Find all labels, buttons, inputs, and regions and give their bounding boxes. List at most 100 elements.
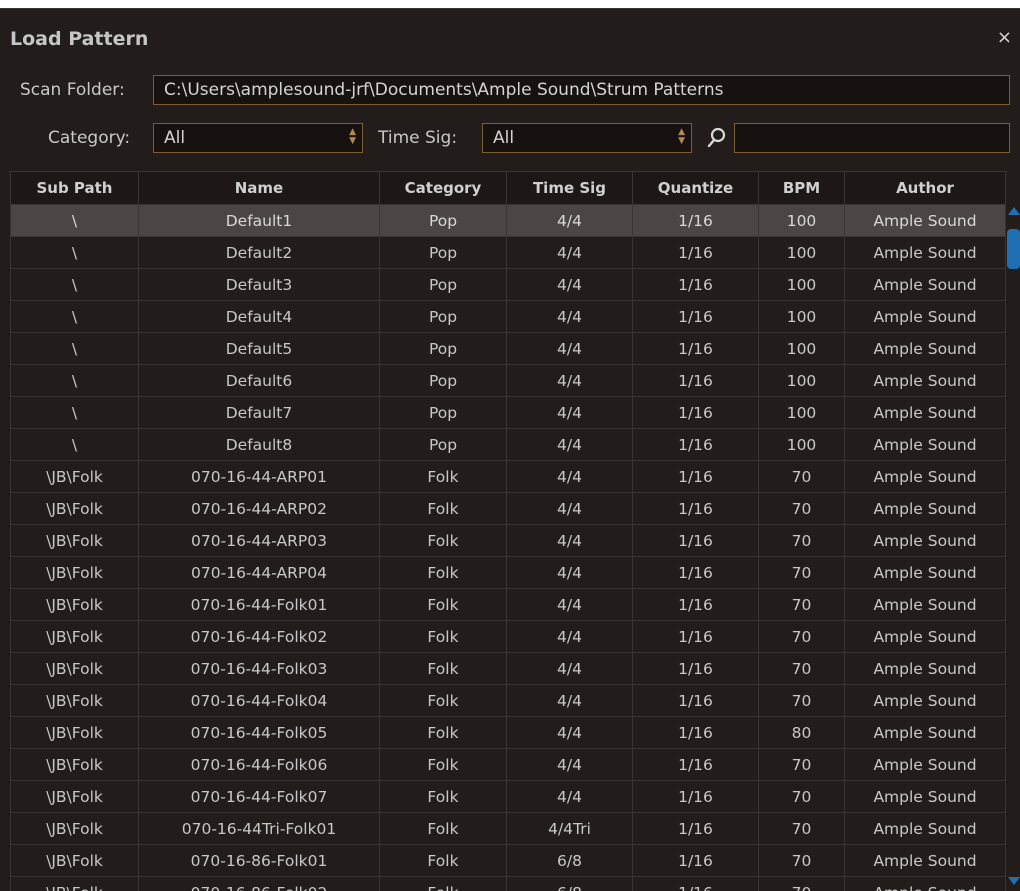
table-cell: 4/4 [507,301,633,333]
table-cell: Folk [380,653,507,685]
table-cell: 6/8 [507,877,633,891]
dialog-title: Load Pattern [10,28,148,50]
table-cell: 80 [759,717,845,749]
scan-folder-value: C:\Users\amplesound-jrf\Documents\Ample … [164,80,723,100]
table-cell: Pop [380,237,507,269]
table-cell: Pop [380,429,507,461]
table-cell: \JB\Folk [11,525,139,557]
table-cell: 4/4 [507,653,633,685]
table-cell: \JB\Folk [11,685,139,717]
table-row[interactable]: \JB\Folk070-16-86-Folk01Folk6/81/1670Amp… [11,845,1006,877]
search-input[interactable] [734,123,1010,153]
table-row[interactable]: \JB\Folk070-16-44-Folk02Folk4/41/1670Amp… [11,621,1006,653]
pattern-table: Sub PathNameCategoryTime SigQuantizeBPMA… [10,171,1006,891]
table-cell: 4/4 [507,397,633,429]
table-cell: Ample Sound [845,237,1006,269]
table-cell: Ample Sound [845,781,1006,813]
table-cell: Pop [380,333,507,365]
table-cell: 1/16 [633,397,759,429]
table-cell: Pop [380,365,507,397]
category-label: Category: [48,123,130,153]
table-cell: Folk [380,781,507,813]
table-cell: \JB\Folk [11,621,139,653]
table-row[interactable]: \JB\Folk070-16-44-Folk01Folk4/41/1670Amp… [11,589,1006,621]
table-cell: \JB\Folk [11,653,139,685]
table-cell: \ [11,429,139,461]
table-row[interactable]: \JB\Folk070-16-44-Folk04Folk4/41/1670Amp… [11,685,1006,717]
table-row[interactable]: \Default8Pop4/41/16100Ample Sound [11,429,1006,461]
category-select[interactable]: All ▲▼ [153,123,363,153]
table-row[interactable]: \Default1Pop4/41/16100Ample Sound [11,205,1006,237]
table-cell: \ [11,333,139,365]
table-cell: Folk [380,493,507,525]
table-row[interactable]: \JB\Folk070-16-44-Folk06Folk4/41/1670Amp… [11,749,1006,781]
table-row[interactable]: \JB\Folk070-16-44-ARP01Folk4/41/1670Ampl… [11,461,1006,493]
column-header[interactable]: Sub Path [11,172,139,205]
table-cell: 1/16 [633,877,759,891]
scroll-down-arrow-icon[interactable] [1008,877,1020,885]
column-header[interactable]: BPM [759,172,845,205]
table-row[interactable]: \JB\Folk070-16-44-ARP02Folk4/41/1670Ampl… [11,493,1006,525]
close-icon[interactable]: × [997,27,1012,48]
table-row[interactable]: \Default5Pop4/41/16100Ample Sound [11,333,1006,365]
table-cell: 1/16 [633,557,759,589]
table-row[interactable]: \JB\Folk070-16-44-Folk05Folk4/41/1680Amp… [11,717,1006,749]
table-cell: 070-16-44-Folk04 [139,685,380,717]
table-cell: 4/4 [507,205,633,237]
pattern-table-container: Sub PathNameCategoryTime SigQuantizeBPMA… [10,171,1020,891]
timesig-select[interactable]: All ▲▼ [482,123,692,153]
table-cell: 1/16 [633,845,759,877]
scan-folder-input[interactable]: C:\Users\amplesound-jrf\Documents\Ample … [153,75,1010,105]
table-cell: 70 [759,461,845,493]
table-cell: 4/4 [507,621,633,653]
table-cell: 70 [759,621,845,653]
table-cell: 1/16 [633,237,759,269]
table-cell: 1/16 [633,205,759,237]
table-cell: Pop [380,269,507,301]
table-row[interactable]: \JB\Folk070-16-44-Folk03Folk4/41/1670Amp… [11,653,1006,685]
table-cell: 070-16-44-ARP01 [139,461,380,493]
table-row[interactable]: \Default7Pop4/41/16100Ample Sound [11,397,1006,429]
table-cell: 70 [759,685,845,717]
table-cell: Ample Sound [845,685,1006,717]
scrollbar-thumb[interactable] [1007,229,1020,269]
table-cell: 70 [759,813,845,845]
table-row[interactable]: \JB\Folk070-16-44-Folk07Folk4/41/1670Amp… [11,781,1006,813]
updown-arrows-icon: ▲▼ [349,128,356,146]
table-cell: Default1 [139,205,380,237]
table-cell: 070-16-44Tri-Folk01 [139,813,380,845]
table-cell: 70 [759,845,845,877]
table-row[interactable]: \Default6Pop4/41/16100Ample Sound [11,365,1006,397]
table-cell: 70 [759,557,845,589]
table-row[interactable]: \JB\Folk070-16-44-ARP04Folk4/41/1670Ampl… [11,557,1006,589]
table-row[interactable]: \Default2Pop4/41/16100Ample Sound [11,237,1006,269]
table-cell: Ample Sound [845,333,1006,365]
search-icon[interactable] [706,125,728,151]
table-cell: Default5 [139,333,380,365]
table-cell: Default7 [139,397,380,429]
table-cell: Ample Sound [845,813,1006,845]
table-cell: 070-16-86-Folk02 [139,877,380,891]
table-cell: 70 [759,877,845,891]
table-cell: 4/4 [507,461,633,493]
table-cell: Folk [380,685,507,717]
table-cell: 1/16 [633,653,759,685]
table-row[interactable]: \Default3Pop4/41/16100Ample Sound [11,269,1006,301]
table-row[interactable]: \JB\Folk070-16-44-ARP03Folk4/41/1670Ampl… [11,525,1006,557]
column-header[interactable]: Author [845,172,1006,205]
column-header[interactable]: Name [139,172,380,205]
table-cell: 4/4 [507,525,633,557]
column-header[interactable]: Time Sig [507,172,633,205]
table-cell: 070-16-86-Folk01 [139,845,380,877]
table-row[interactable]: \JB\Folk070-16-44Tri-Folk01Folk4/4Tri1/1… [11,813,1006,845]
table-row[interactable]: \JB\Folk070-16-86-Folk02Folk6/81/1670Amp… [11,877,1006,891]
table-cell: 4/4 [507,493,633,525]
column-header[interactable]: Quantize [633,172,759,205]
table-cell: \ [11,237,139,269]
column-header[interactable]: Category [380,172,507,205]
table-cell: Default6 [139,365,380,397]
scroll-up-arrow-icon[interactable] [1008,207,1020,215]
table-cell: Default4 [139,301,380,333]
vertical-scrollbar[interactable] [1005,205,1020,891]
table-row[interactable]: \Default4Pop4/41/16100Ample Sound [11,301,1006,333]
